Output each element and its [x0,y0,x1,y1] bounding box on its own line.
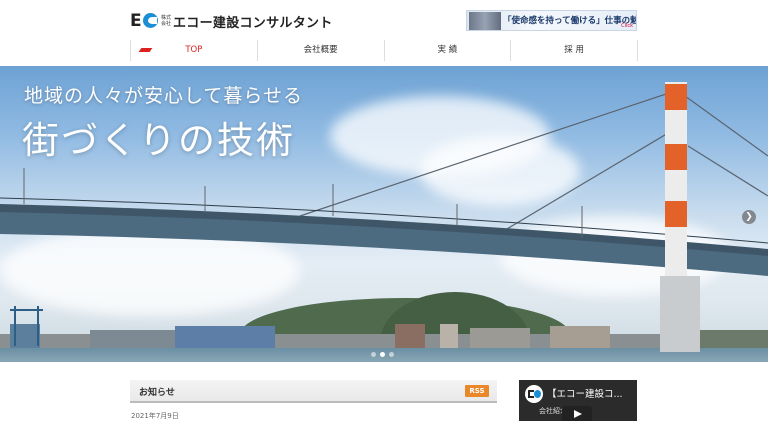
nav-label: TOP [185,45,203,55]
hero-tagline: 地域の人々が安心して暮らせる [24,85,304,107]
play-button-icon[interactable] [562,406,592,421]
company-video-embed[interactable]: 【エコー建設コ... 会社紹介 [519,380,637,421]
slide-dot-1[interactable] [371,352,376,357]
slider-next-arrow-icon[interactable]: ❯ [742,210,756,224]
recruit-banner[interactable]: 「使命感を持って働ける」仕事の魅力とは？ Click [466,10,637,31]
nav-item-company[interactable]: 会社概要 [258,40,385,61]
rss-button[interactable]: RSS [465,385,489,397]
hero-title: 街づくりの技術 [22,119,295,162]
slide-dot-2[interactable] [380,352,385,357]
slide-dot-3[interactable] [389,352,394,357]
channel-logo-icon [525,385,543,403]
nav-label: 会社概要 [303,45,338,55]
hero-slider: 地域の人々が安心して暮らせる 街づくりの技術 ❯ [0,66,768,362]
logo-kabushiki-label: 株式会社 [161,15,172,27]
nav-item-works[interactable]: 実 績 [385,40,512,61]
nav-item-recruit[interactable]: 採 用 [511,40,638,61]
news-date: 2021年7月9日 [131,412,179,420]
company-logo[interactable]: E 株式会社 エコー建設コンサルタント [130,11,333,31]
ec-logo-icon: E [130,12,160,30]
banner-click-label: Click [621,23,633,29]
slider-pagination [371,352,394,357]
site-header: E 株式会社 エコー建設コンサルタント 「使命感を持って働ける」仕事の魅力とは？… [0,0,768,40]
news-heading: お知らせ [139,388,175,398]
company-name: エコー建設コンサルタント [173,15,333,31]
news-header: お知らせ RSS [130,380,497,403]
nav-label: 実 績 [437,45,458,55]
staff-photo-icon [469,12,501,30]
nav-item-top[interactable]: TOP [130,40,258,61]
main-nav: TOP 会社概要 実 績 採 用 [130,40,638,61]
banner-text: 「使命感を持って働ける」仕事の魅力とは？ [503,16,636,26]
video-title: 【エコー建設コ... [547,389,623,400]
active-marker-icon [138,48,153,52]
nav-label: 採 用 [564,45,584,55]
